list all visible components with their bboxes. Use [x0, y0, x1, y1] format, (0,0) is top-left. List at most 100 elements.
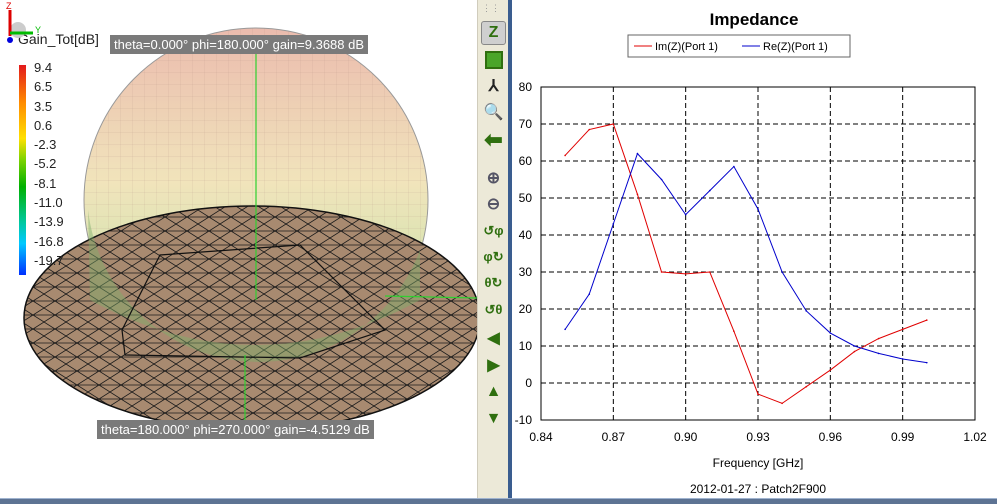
im-z-point: [733, 330, 735, 333]
re-z-point: [733, 165, 735, 168]
im-z-point: [708, 271, 711, 273]
im-z-point: [925, 319, 928, 321]
y-tick-label: 0: [525, 376, 532, 390]
rotate-theta-cw-icon: θ↻: [484, 275, 503, 290]
rotate-phi-ccw-icon: ↺φ: [483, 223, 504, 238]
axes-view-button[interactable]: ⅄: [481, 74, 506, 98]
colorbar-tick: -8.1: [34, 175, 57, 191]
back-button[interactable]: ⬅: [481, 127, 506, 152]
re-z-point: [564, 328, 566, 331]
x-tick-label: 0.99: [891, 430, 915, 444]
re-z-point: [805, 310, 808, 312]
y-tick-label: 50: [519, 191, 533, 205]
pan-right-button[interactable]: ▶: [481, 353, 506, 377]
im-z-point: [829, 369, 832, 371]
im-z-point: [636, 193, 639, 196]
rotate-phi-ccw-button[interactable]: ↺φ: [481, 219, 506, 243]
im-z-point: [853, 350, 856, 353]
im-z-point: [684, 273, 687, 275]
x-tick-label: 0.84: [529, 430, 553, 444]
im-z-point: [877, 337, 880, 340]
colorbar-tick: -2.3: [34, 137, 57, 153]
zoom-in-icon: ⊕: [486, 170, 501, 187]
colorbar-tick: 9.4: [34, 60, 53, 75]
x-axis-label: Frequency [GHz]: [713, 456, 804, 470]
y-tick-label: -10: [515, 413, 533, 427]
re-z-point: [684, 213, 687, 216]
im-z-point: [612, 123, 615, 125]
y-axis-label: Y: [35, 25, 41, 35]
view-z-button[interactable]: Z: [481, 21, 506, 45]
y-tick-label: 20: [519, 302, 533, 316]
arrow-up-icon: ▲: [485, 383, 502, 400]
view-toolbar: ⋮⋮ Z ⅄ 🔍 ⬅ ⊕ ⊖ ↺φ φ↻ θ↻ ↺θ ◀ ▶ ▲ ▼: [477, 0, 508, 498]
re-z-point: [636, 152, 639, 155]
im-z-point: [901, 328, 904, 331]
impedance-chart-pane: Impedance Im(Z)(Port 1) Re(Z)(Port 1) 80 70 6…: [512, 0, 997, 498]
im-z-point: [805, 385, 808, 388]
y-tick-label: 10: [519, 339, 533, 353]
fit-all-icon: [484, 51, 503, 69]
fit-all-button[interactable]: [481, 48, 506, 72]
re-z-point: [612, 223, 615, 225]
legend-label-im: Im(Z)(Port 1): [655, 41, 718, 53]
arrow-left-icon: ◀: [487, 330, 500, 347]
colorbar: [19, 65, 26, 275]
colorbar-tick: -11.0: [34, 195, 63, 211]
rotate-theta-ccw-button[interactable]: ↺θ: [481, 298, 506, 322]
axes-icon: ⅄: [488, 78, 499, 95]
colorbar-tick: 0.6: [34, 117, 53, 133]
im-z-point: [781, 402, 783, 405]
top-gain-tooltip: theta=0.000° phi=180.000° gain=9.3688 dB: [110, 35, 369, 54]
rotate-theta-cw-button[interactable]: θ↻: [481, 271, 506, 295]
x-tick-label: 0.96: [819, 430, 843, 444]
pan-left-button[interactable]: ◀: [481, 326, 506, 350]
re-z-point: [708, 189, 711, 192]
re-z-point: [901, 358, 904, 360]
re-z-point: [588, 293, 591, 296]
y-tick-label: 80: [519, 80, 533, 94]
colorbar-tick: -13.9: [34, 214, 64, 230]
rotate-phi-cw-icon: φ↻: [483, 249, 504, 264]
colorbar-tick: -5.2: [34, 156, 57, 172]
re-z-point: [925, 361, 928, 364]
colorbar-tick: -19.7: [34, 252, 64, 268]
re-z-point: [877, 352, 880, 355]
colorbar-tick: 3.5: [34, 98, 53, 114]
zoom-out-button[interactable]: ⊖: [481, 192, 506, 216]
y-tick-label: 60: [519, 154, 533, 168]
y-tick-label: 40: [519, 228, 533, 242]
back-arrow-icon: ⬅: [484, 127, 503, 152]
rotate-phi-cw-button[interactable]: φ↻: [481, 245, 506, 269]
status-bar: [0, 498, 997, 504]
chart-footer: 2012-01-27 : Patch2F900: [690, 482, 826, 496]
re-z-point: [829, 332, 832, 334]
y-tick-label: 70: [519, 117, 533, 131]
3d-radiation-view[interactable]: Gain_Tot[dB] 9.4 6.5 3.5 0.6 -2.3 -5.2 -…: [0, 0, 477, 498]
zoom-out-icon: ⊖: [486, 196, 501, 213]
colorbar-tick: 6.5: [34, 79, 53, 95]
impedance-chart: Impedance Im(Z)(Port 1) Re(Z)(Port 1) 80 70 6…: [515, 10, 987, 496]
legend-label-re: Re(Z)(Port 1): [763, 41, 828, 53]
chart-title: Impedance: [710, 10, 799, 29]
colorbar-tick: -16.8: [34, 233, 64, 249]
pan-down-button[interactable]: ▼: [481, 407, 506, 431]
x-tick-label: 0.93: [746, 430, 770, 444]
x-tick-label: 0.90: [674, 430, 698, 444]
x-tick-label: 1.02: [963, 430, 987, 444]
zoom-window-icon: 🔍: [483, 104, 504, 121]
re-z-point: [781, 271, 783, 273]
zoom-in-button[interactable]: ⊕: [481, 166, 506, 190]
im-z-point: [660, 271, 663, 273]
pan-up-button[interactable]: ▲: [481, 380, 506, 404]
arrow-down-icon: ▼: [485, 410, 502, 427]
rotate-theta-ccw-icon: ↺θ: [484, 302, 503, 317]
arrow-right-icon: ▶: [487, 357, 500, 374]
im-z-point: [588, 128, 591, 131]
z-axis-label: Z: [6, 1, 12, 11]
im-z-point: [564, 154, 566, 157]
im-z-point: [757, 393, 759, 395]
re-z-point: [660, 178, 663, 181]
zoom-window-button[interactable]: 🔍: [481, 100, 506, 124]
y-tick-label: 30: [519, 265, 533, 279]
